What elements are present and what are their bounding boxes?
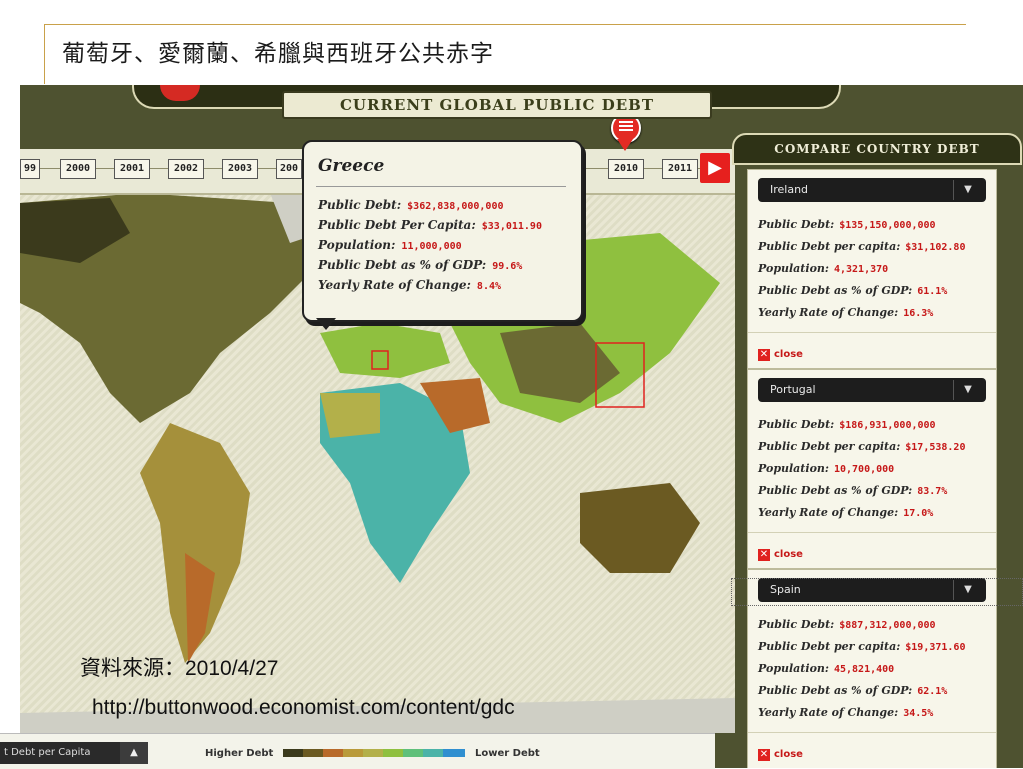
close-icon[interactable]: ✕ (758, 548, 770, 561)
legend-swatch (423, 749, 445, 757)
compare-header: COMPARE COUNTRY DEBT (732, 133, 1022, 165)
legend-swatch (363, 749, 385, 757)
legend-swatch (443, 749, 465, 757)
country-select-portugal[interactable]: Portugal ▼ (758, 378, 986, 402)
close-icon[interactable]: ✕ (758, 348, 770, 361)
compare-row: Public Debt per capita: $19,371.60 (758, 640, 966, 653)
legend-swatch (343, 749, 365, 757)
legend-higher-label: Higher Debt (205, 748, 274, 759)
compare-row: Yearly Rate of Change: 16.3% (758, 306, 934, 319)
close-button-ireland[interactable]: ✕ close (758, 344, 803, 361)
marker-tail (617, 139, 633, 151)
compare-row: Public Debt as % of GDP: 62.1% (758, 684, 948, 697)
legend-swatch (323, 749, 345, 757)
year-2004[interactable]: 200 (276, 159, 302, 179)
tooltip-tail (316, 318, 336, 330)
compare-row: Public Debt: $887,312,000,000 (758, 618, 936, 631)
year-2003[interactable]: 2003 (222, 159, 258, 179)
legend-lower-label: Lower Debt (475, 748, 540, 759)
metric-select[interactable]: t Debt per Capita ▲ (0, 742, 148, 764)
chevron-up-icon[interactable]: ▲ (120, 742, 148, 764)
marker-bars (619, 121, 633, 131)
close-button-portugal[interactable]: ✕ close (758, 544, 803, 561)
compare-row: Public Debt: $135,150,000,000 (758, 218, 936, 231)
header-title: CURRENT GLOBAL PUBLIC DEBT (282, 91, 712, 119)
year-2002[interactable]: 2002 (168, 159, 204, 179)
legend-swatch (283, 749, 305, 757)
compare-row: Public Debt per capita: $17,538.20 (758, 440, 966, 453)
compare-divider (748, 732, 996, 733)
slide-title: 葡萄牙、愛爾蘭、希臘與西班牙公共赤字 (62, 41, 494, 67)
close-icon[interactable]: ✕ (758, 748, 770, 761)
legend-bar: t Debt per Capita ▲ Higher Debt Lower Deb… (0, 733, 715, 769)
compare-row: Public Debt as % of GDP: 61.1% (758, 284, 948, 297)
tooltip-row: Population: 11,000,000 (318, 238, 462, 252)
year-1999[interactable]: 99 (20, 159, 40, 179)
compare-panel-portugal: Portugal ▼ Public Debt: $186,931,000,000 P… (747, 369, 997, 569)
tooltip-row: Public Debt Per Capita: $33,011.90 (318, 218, 542, 232)
tooltip-divider (316, 186, 566, 187)
source-caption: 資料來源：2010/4/27 (80, 657, 279, 680)
year-2010[interactable]: 2010 (608, 159, 644, 179)
slide-top-rule (44, 24, 966, 25)
tooltip-row: Public Debt: $362,838,000,000 (318, 198, 504, 212)
tooltip-row: Public Debt as % of GDP: 99.6% (318, 258, 523, 272)
compare-row: Yearly Rate of Change: 34.5% (758, 706, 934, 719)
compare-divider (748, 532, 996, 533)
selection-outline (731, 578, 1023, 606)
legend-swatch (303, 749, 325, 757)
compare-row: Public Debt per capita: $31,102.80 (758, 240, 966, 253)
compare-row: Yearly Rate of Change: 17.0% (758, 506, 934, 519)
compare-row: Population: 10,700,000 (758, 462, 895, 475)
country-select-ireland[interactable]: Ireland ▼ (758, 178, 986, 202)
tooltip-row: Yearly Rate of Change: 8.4% (318, 278, 502, 292)
tooltip-country: Greece (318, 156, 385, 176)
year-2011[interactable]: 2011 (662, 159, 698, 179)
slide-left-rule (44, 24, 45, 84)
compare-row: Public Debt as % of GDP: 83.7% (758, 484, 948, 497)
compare-row: Population: 4,321,370 (758, 262, 889, 275)
year-2000[interactable]: 2000 (60, 159, 96, 179)
compare-panel-ireland: Ireland ▼ Public Debt: $135,150,000,000 Pu… (747, 169, 997, 369)
year-2001[interactable]: 2001 (114, 159, 150, 179)
country-tooltip: Greece Public Debt: $362,838,000,000 Publ… (302, 140, 583, 322)
arrow-right-icon[interactable]: ▶ (700, 153, 730, 183)
legend-swatch (383, 749, 405, 757)
north-africa-shape (320, 393, 380, 438)
close-button-spain[interactable]: ✕ close (758, 744, 803, 761)
australia-shape (580, 483, 700, 573)
compare-row: Public Debt: $186,931,000,000 (758, 418, 936, 431)
chevron-down-icon[interactable]: ▼ (953, 180, 982, 200)
chevron-down-icon[interactable]: ▼ (953, 380, 982, 400)
legend-swatch (403, 749, 425, 757)
source-url: http://buttonwood.economist.com/content/… (92, 696, 515, 719)
compare-divider (748, 332, 996, 333)
compare-row: Population: 45,821,400 (758, 662, 895, 675)
